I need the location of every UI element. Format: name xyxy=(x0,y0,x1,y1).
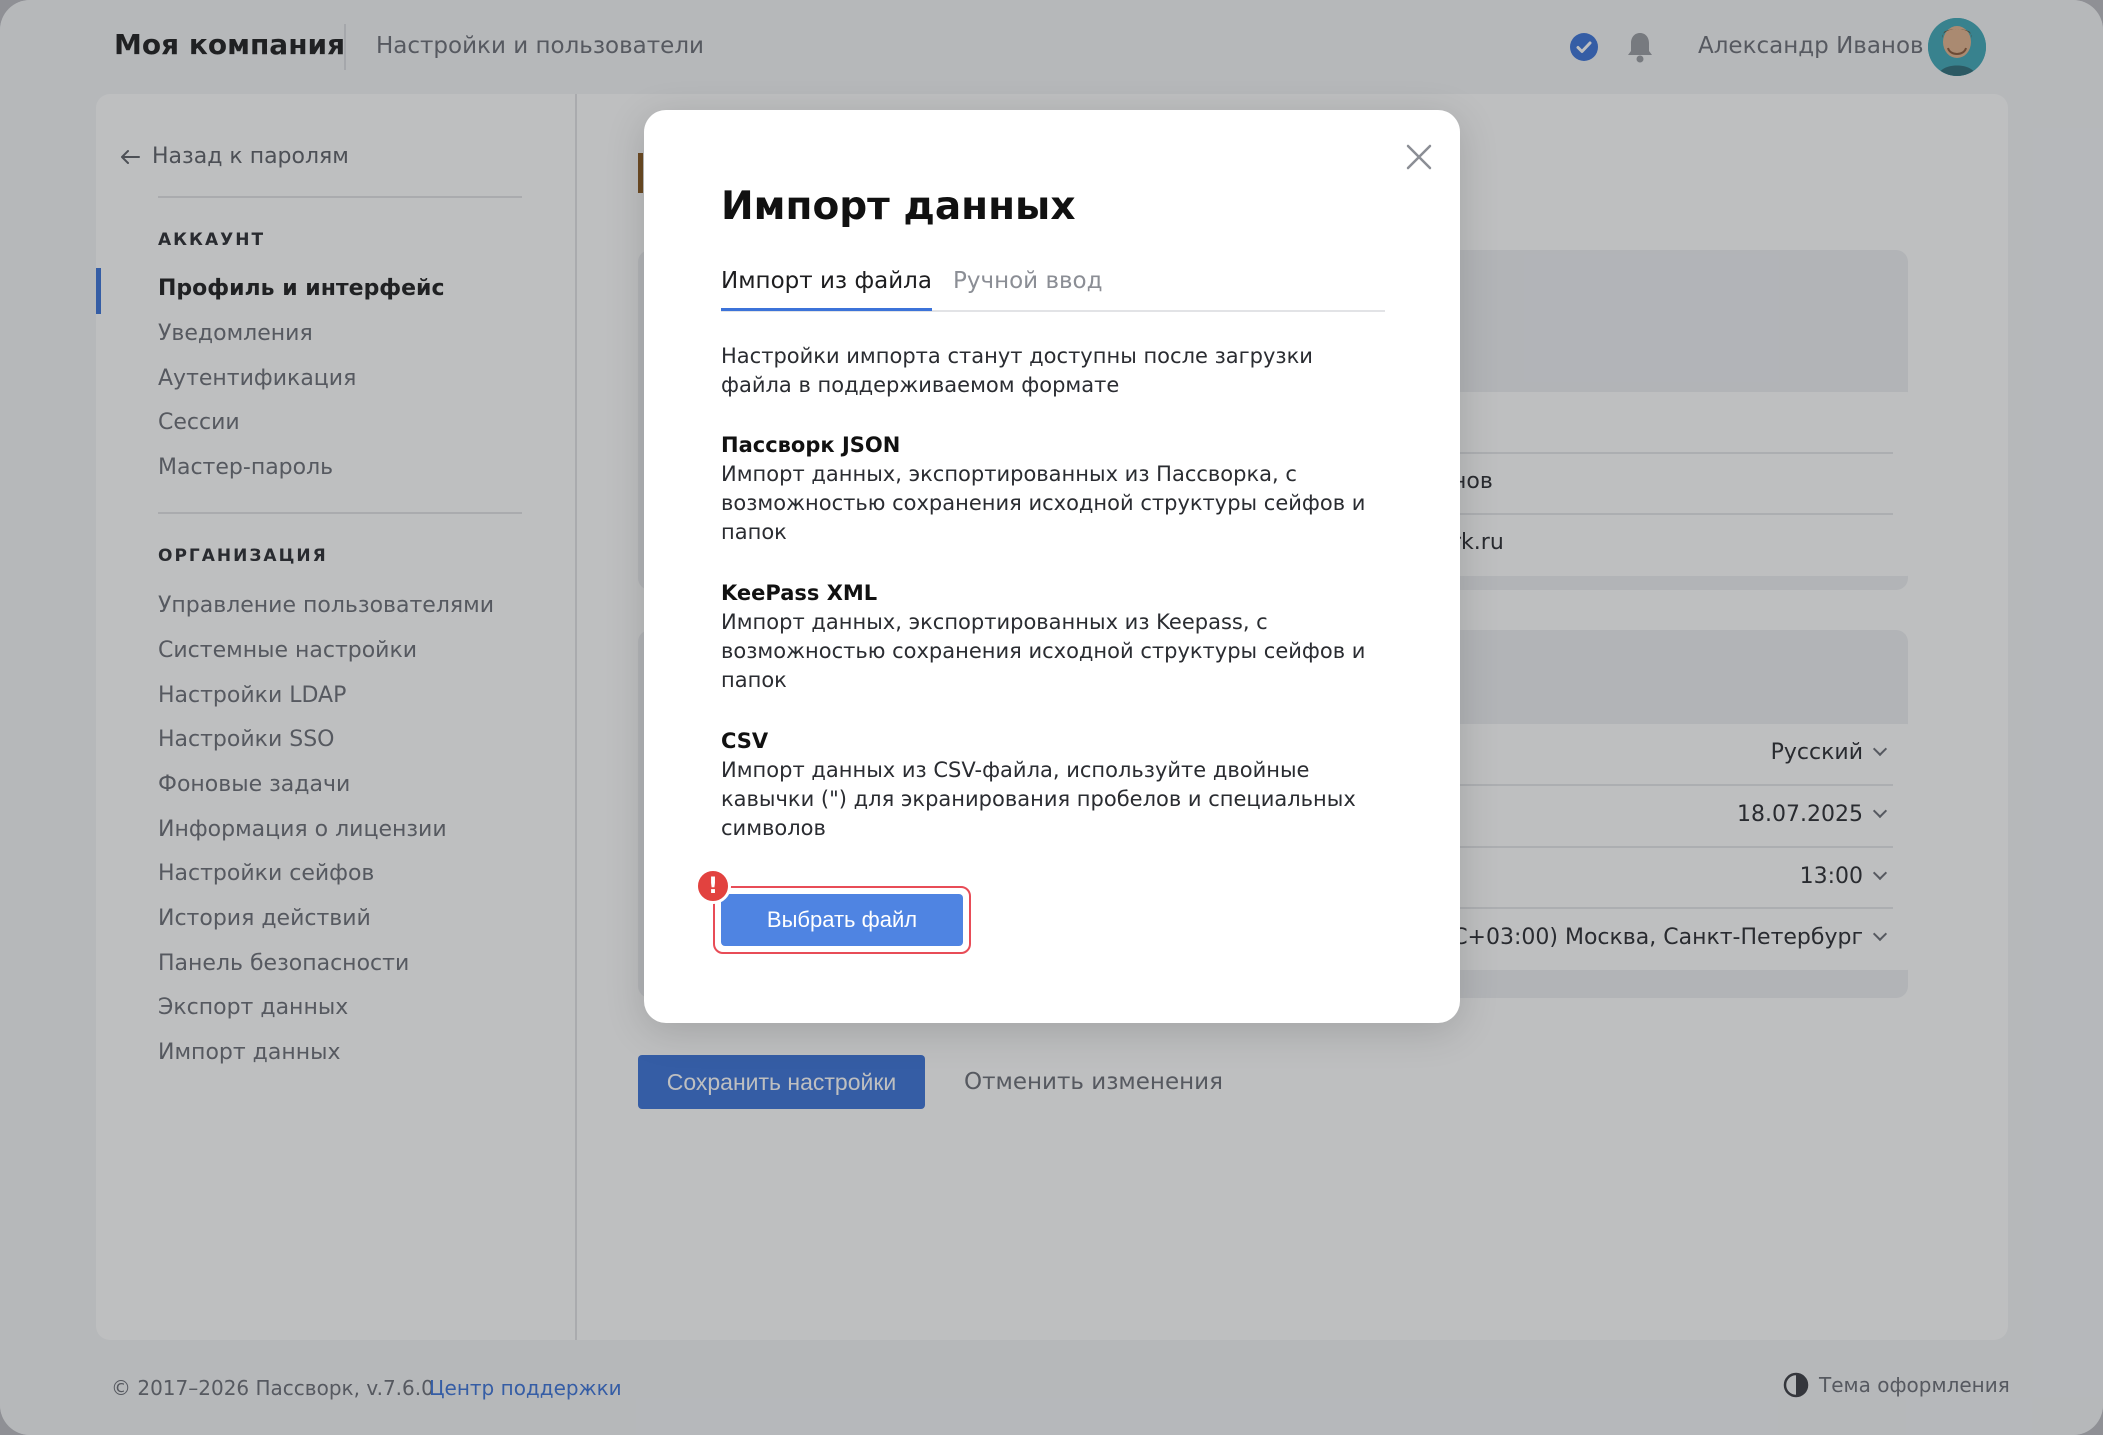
choose-file-button[interactable]: Выбрать файл xyxy=(721,894,963,946)
format-description: Импорт данных, экспортированных из Пассв… xyxy=(721,462,1366,544)
import-intro: Настройки импорта станут доступны после … xyxy=(721,344,1313,397)
format-title: KeePass XML xyxy=(721,581,878,605)
close-icon[interactable] xyxy=(1402,140,1436,174)
format-keepass-xml: KeePass XML Импорт данных, экспортирован… xyxy=(721,579,1385,695)
import-tabs: Импорт из файла Ручной ввод xyxy=(721,268,1385,312)
format-title: CSV xyxy=(721,729,769,753)
format-title: Пассворк JSON xyxy=(721,433,901,457)
tab-import-file[interactable]: Импорт из файла xyxy=(721,268,932,311)
format-description: Импорт данных из CSV-файла, используйте … xyxy=(721,758,1356,840)
format-description: Импорт данных, экспортированных из Keepa… xyxy=(721,610,1366,692)
format-csv: CSV Импорт данных из CSV-файла, использу… xyxy=(721,727,1385,843)
format-passwork-json: Пассворк JSON Импорт данных, экспортиров… xyxy=(721,431,1385,547)
alert-badge: ! xyxy=(695,868,731,904)
choose-file-focus-ring: Выбрать файл xyxy=(713,886,971,954)
tab-manual-input[interactable]: Ручной ввод xyxy=(953,268,1103,308)
app-window: Моя компания Настройки и пользователи Ал… xyxy=(0,0,2103,1435)
import-dialog: Импорт данных Импорт из файла Ручной вво… xyxy=(644,110,1460,1023)
dialog-title: Импорт данных xyxy=(721,184,1076,229)
